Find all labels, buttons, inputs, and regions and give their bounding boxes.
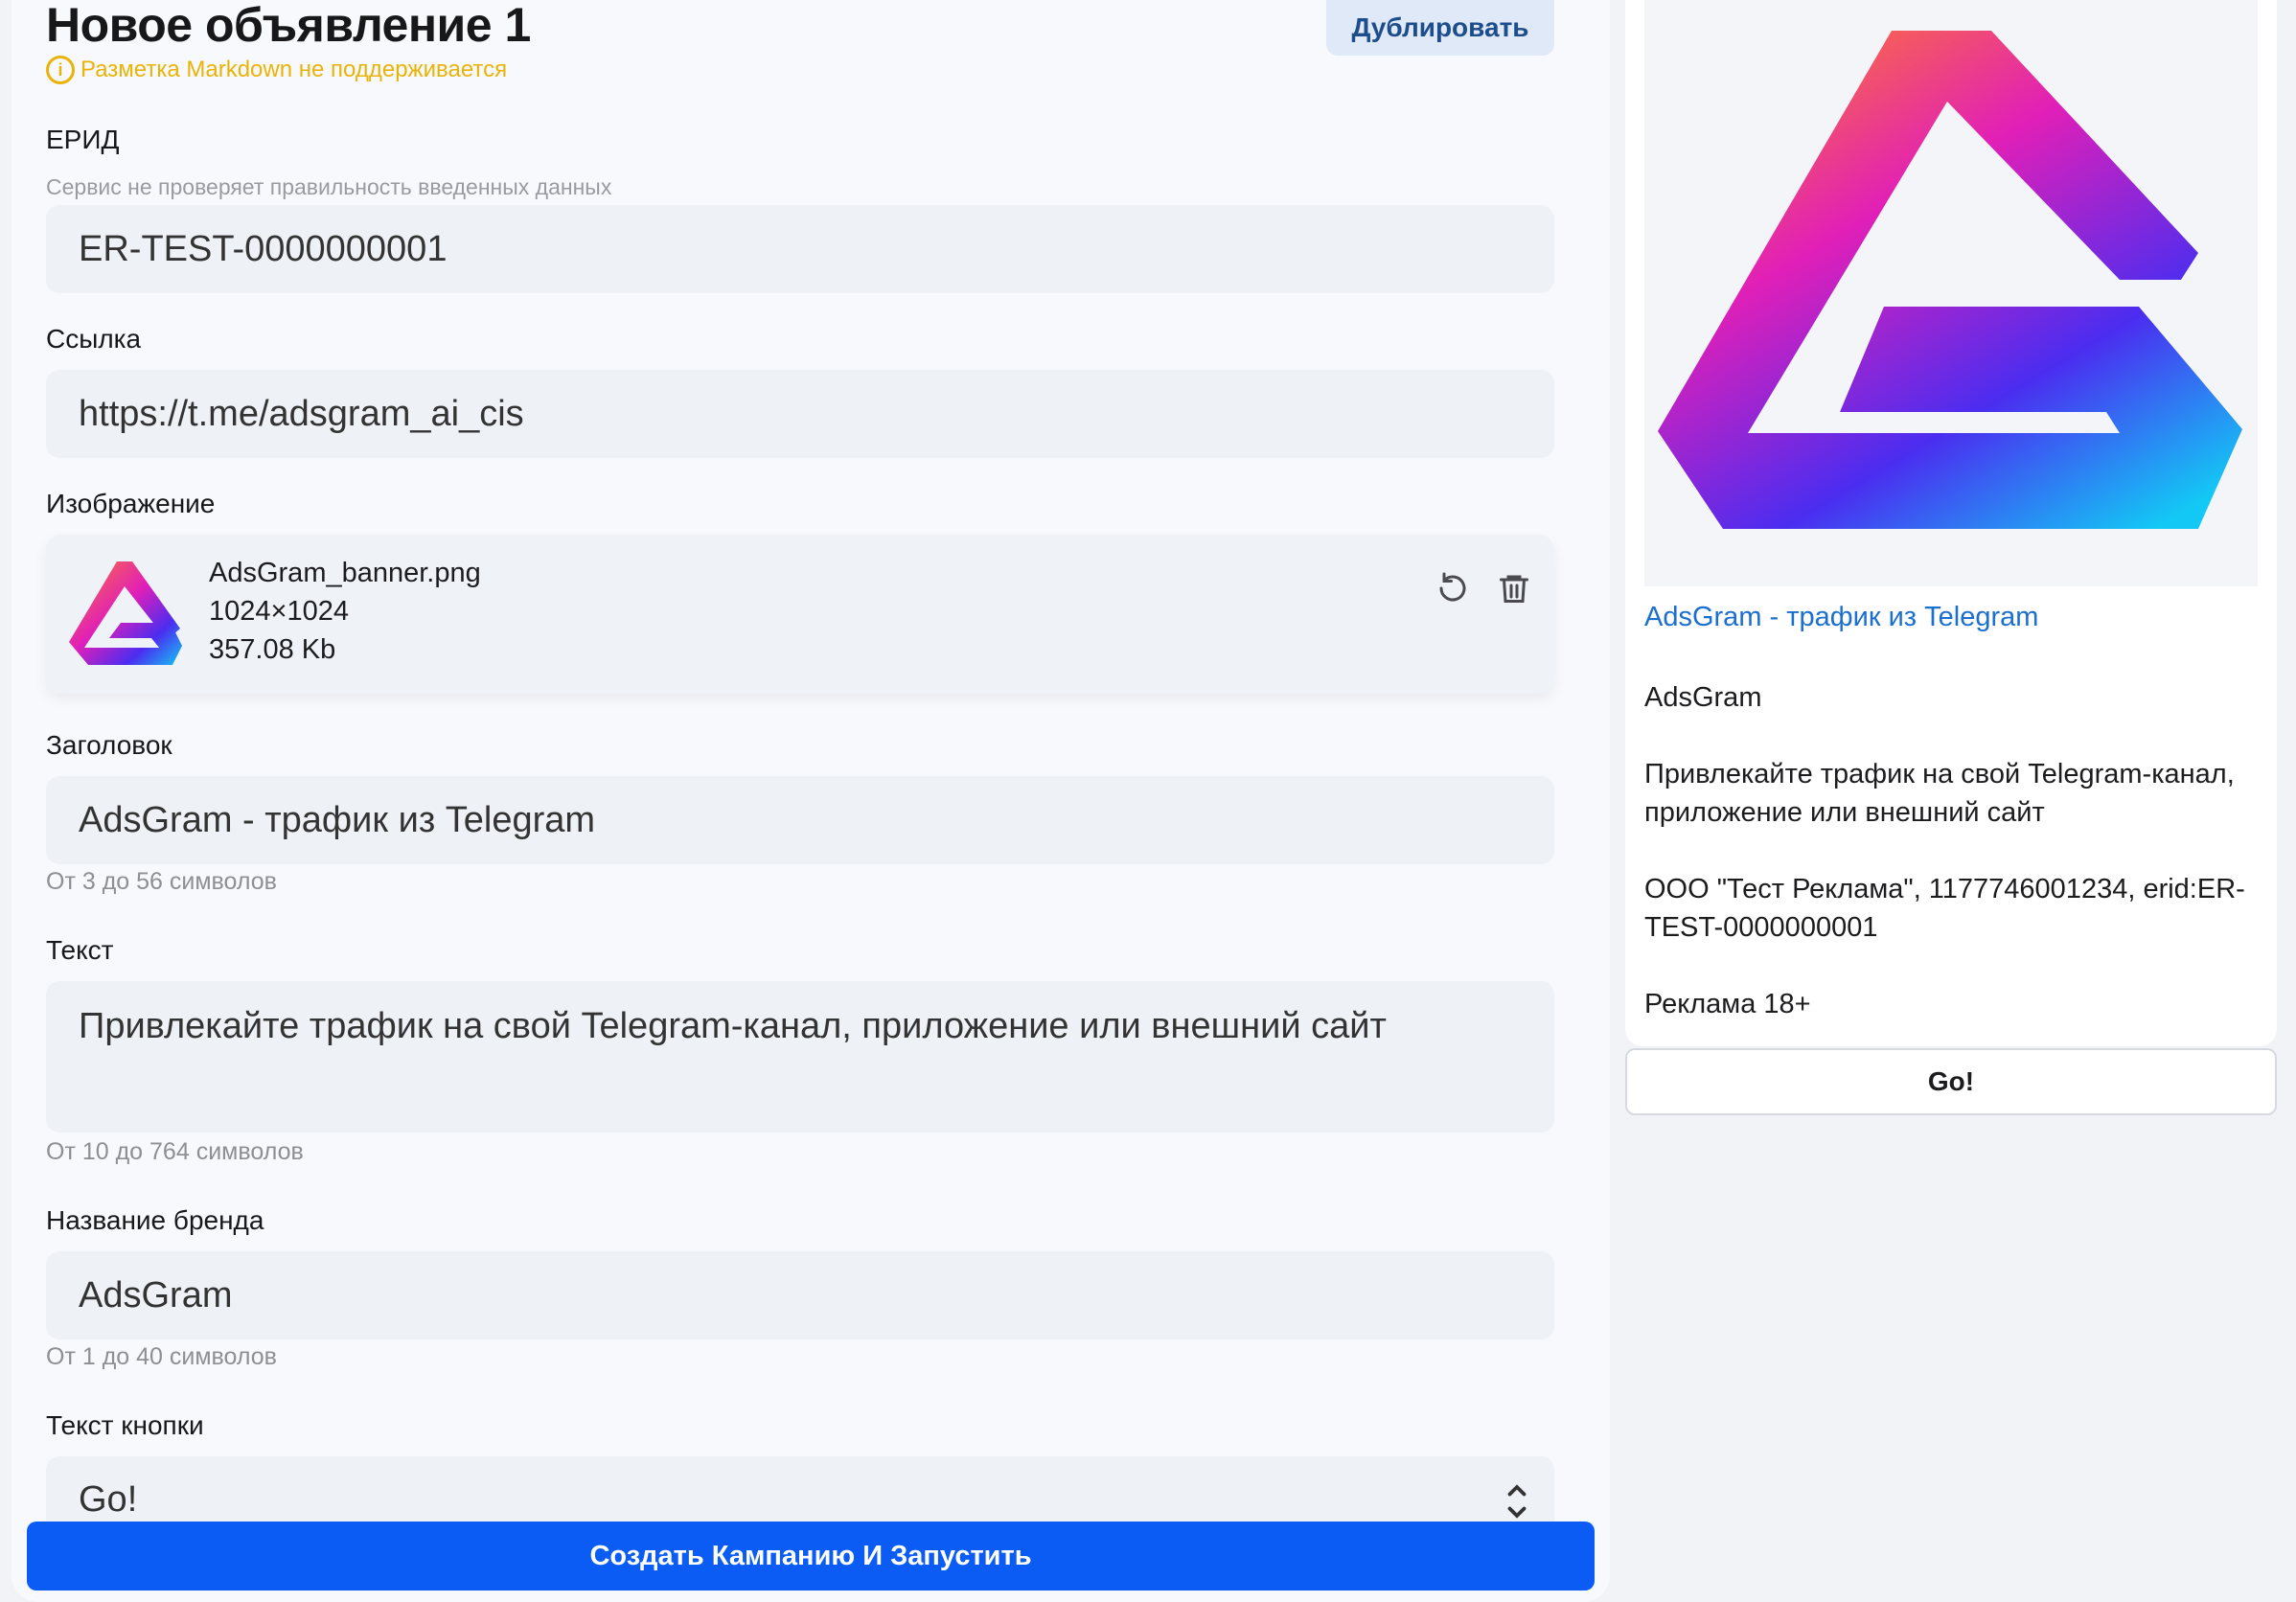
rotate-ccw-icon — [1439, 572, 1466, 602]
file-size: 357.08 Kb — [209, 634, 336, 665]
text-field[interactable]: Привлекайте трафик на свой Telegram-кана… — [46, 981, 1554, 1133]
preview-legal: ООО "Тест Реклама", 1177746001234, erid:… — [1644, 874, 2245, 943]
link-label: Ссылка — [46, 324, 142, 354]
erid-hint: Сервис не проверяет правильность введенн… — [46, 174, 612, 199]
file-dimensions: 1024×1024 — [209, 596, 349, 627]
preview-title[interactable]: AdsGram - трафик из Telegram — [1644, 602, 2038, 633]
trash-icon — [1500, 575, 1528, 603]
preview-go-button[interactable]: Go! — [1625, 1048, 2277, 1115]
image-label: Изображение — [46, 489, 216, 518]
adsgram-logo — [1658, 31, 2242, 529]
markdown-warning-text: Разметка Markdown не поддерживается — [80, 57, 508, 82]
replace-image-button[interactable] — [1426, 561, 1480, 615]
delete-image-button[interactable] — [1487, 561, 1541, 615]
brand-hint: От 1 до 40 символов — [46, 1343, 277, 1370]
headline-field[interactable]: AdsGram - трафик из Telegram — [46, 776, 1554, 864]
headline-label: Заголовок — [46, 730, 172, 760]
markdown-warning: i Разметка Markdown не поддерживается — [46, 56, 507, 84]
button-text-select[interactable]: Go! — [46, 1456, 1554, 1523]
erid-label: ЕРИД — [46, 125, 120, 154]
link-field[interactable]: https://t.me/adsgram_ai_cis — [46, 370, 1554, 458]
preview-body: Привлекайте трафик на свой Telegram-кана… — [1644, 759, 2235, 828]
preview-age-label: Реклама 18+ — [1644, 989, 1811, 1019]
banner-thumbnail — [69, 561, 182, 665]
ad-preview: AdsGram - трафик из Telegram AdsGram При… — [1625, 0, 2277, 1046]
button-text-label: Текст кнопки — [46, 1410, 204, 1440]
text-hint: От 10 до 764 символов — [46, 1138, 304, 1165]
file-meta: AdsGram_banner.png 1024×1024 357.08 Kb — [209, 554, 481, 669]
brand-field[interactable]: AdsGram — [46, 1251, 1554, 1339]
image-upload-card: AdsGram_banner.png 1024×1024 357.08 Kb — [46, 535, 1554, 694]
chevron-up-down-icon — [1507, 1484, 1527, 1519]
erid-field[interactable]: ER-TEST-0000000001 — [46, 205, 1554, 293]
info-circle-icon: i — [46, 56, 75, 84]
brand-label: Название бренда — [46, 1205, 264, 1235]
headline-hint: От 3 до 56 символов — [46, 868, 277, 895]
file-name: AdsGram_banner.png — [209, 558, 481, 588]
duplicate-button[interactable]: Дублировать — [1326, 0, 1554, 56]
button-text-value: Go! — [79, 1479, 138, 1520]
text-label: Текст — [46, 935, 114, 965]
create-and-launch-button[interactable]: Создать Кампанию И Запустить — [27, 1522, 1595, 1591]
preview-brand: AdsGram — [1644, 682, 1762, 713]
ad-editor-page: Новое объявление 1 Дублировать i Разметк… — [0, 0, 2296, 1602]
preview-image — [1644, 0, 2258, 586]
page-title: Новое объявление 1 — [46, 0, 531, 52]
